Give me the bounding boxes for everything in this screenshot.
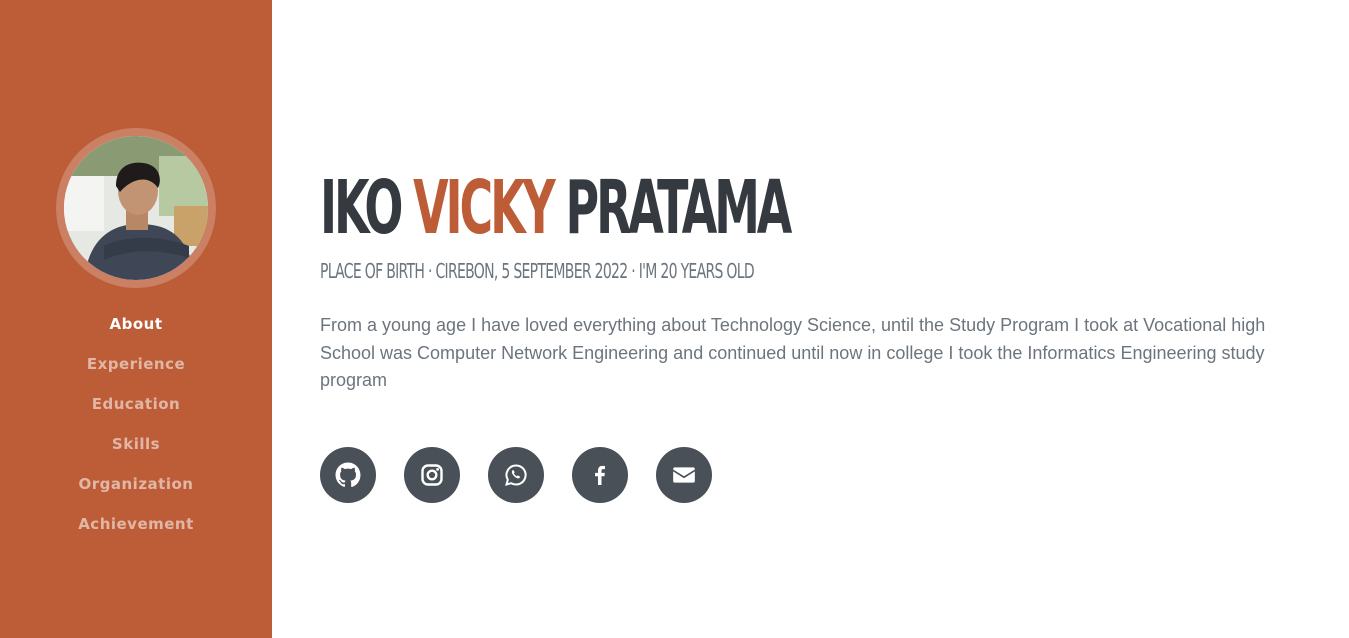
facebook-link[interactable] [572, 447, 628, 503]
email-link[interactable] [656, 447, 712, 503]
instagram-link[interactable] [404, 447, 460, 503]
nav-item-achievement[interactable]: Achievement [0, 504, 272, 544]
sidebar: About Experience Education Skills Organi… [0, 0, 272, 638]
about-section: Iko Vicky Pratama Place of Birth · Cireb… [320, 160, 1300, 413]
last-name: Pratama [565, 165, 793, 251]
whatsapp-link[interactable] [488, 447, 544, 503]
github-link[interactable] [320, 447, 376, 503]
avatar-photo [64, 136, 208, 280]
page-title: Iko Vicky Pratama [320, 160, 928, 256]
whatsapp-icon [505, 464, 527, 486]
social-icons [320, 447, 740, 503]
first-name: Iko [320, 165, 403, 251]
subheading: Place of Birth · Cirebon, 5 September 20… [320, 259, 755, 283]
instagram-icon [421, 464, 443, 486]
sidebar-nav: About Experience Education Skills Organi… [0, 304, 272, 544]
avatar-frame [56, 128, 216, 288]
nav-item-organization[interactable]: Organization [0, 464, 272, 504]
avatar [64, 136, 208, 280]
nav-item-experience[interactable]: Experience [0, 344, 272, 384]
envelope-icon [673, 467, 695, 483]
bio-paragraph: From a young age I have loved everything… [320, 315, 1266, 390]
github-icon [335, 462, 361, 488]
nav-item-about[interactable]: About [0, 304, 272, 344]
facebook-icon [595, 465, 605, 485]
nav-item-skills[interactable]: Skills [0, 424, 272, 464]
middle-name: Vicky [413, 165, 556, 251]
nav-item-education[interactable]: Education [0, 384, 272, 424]
